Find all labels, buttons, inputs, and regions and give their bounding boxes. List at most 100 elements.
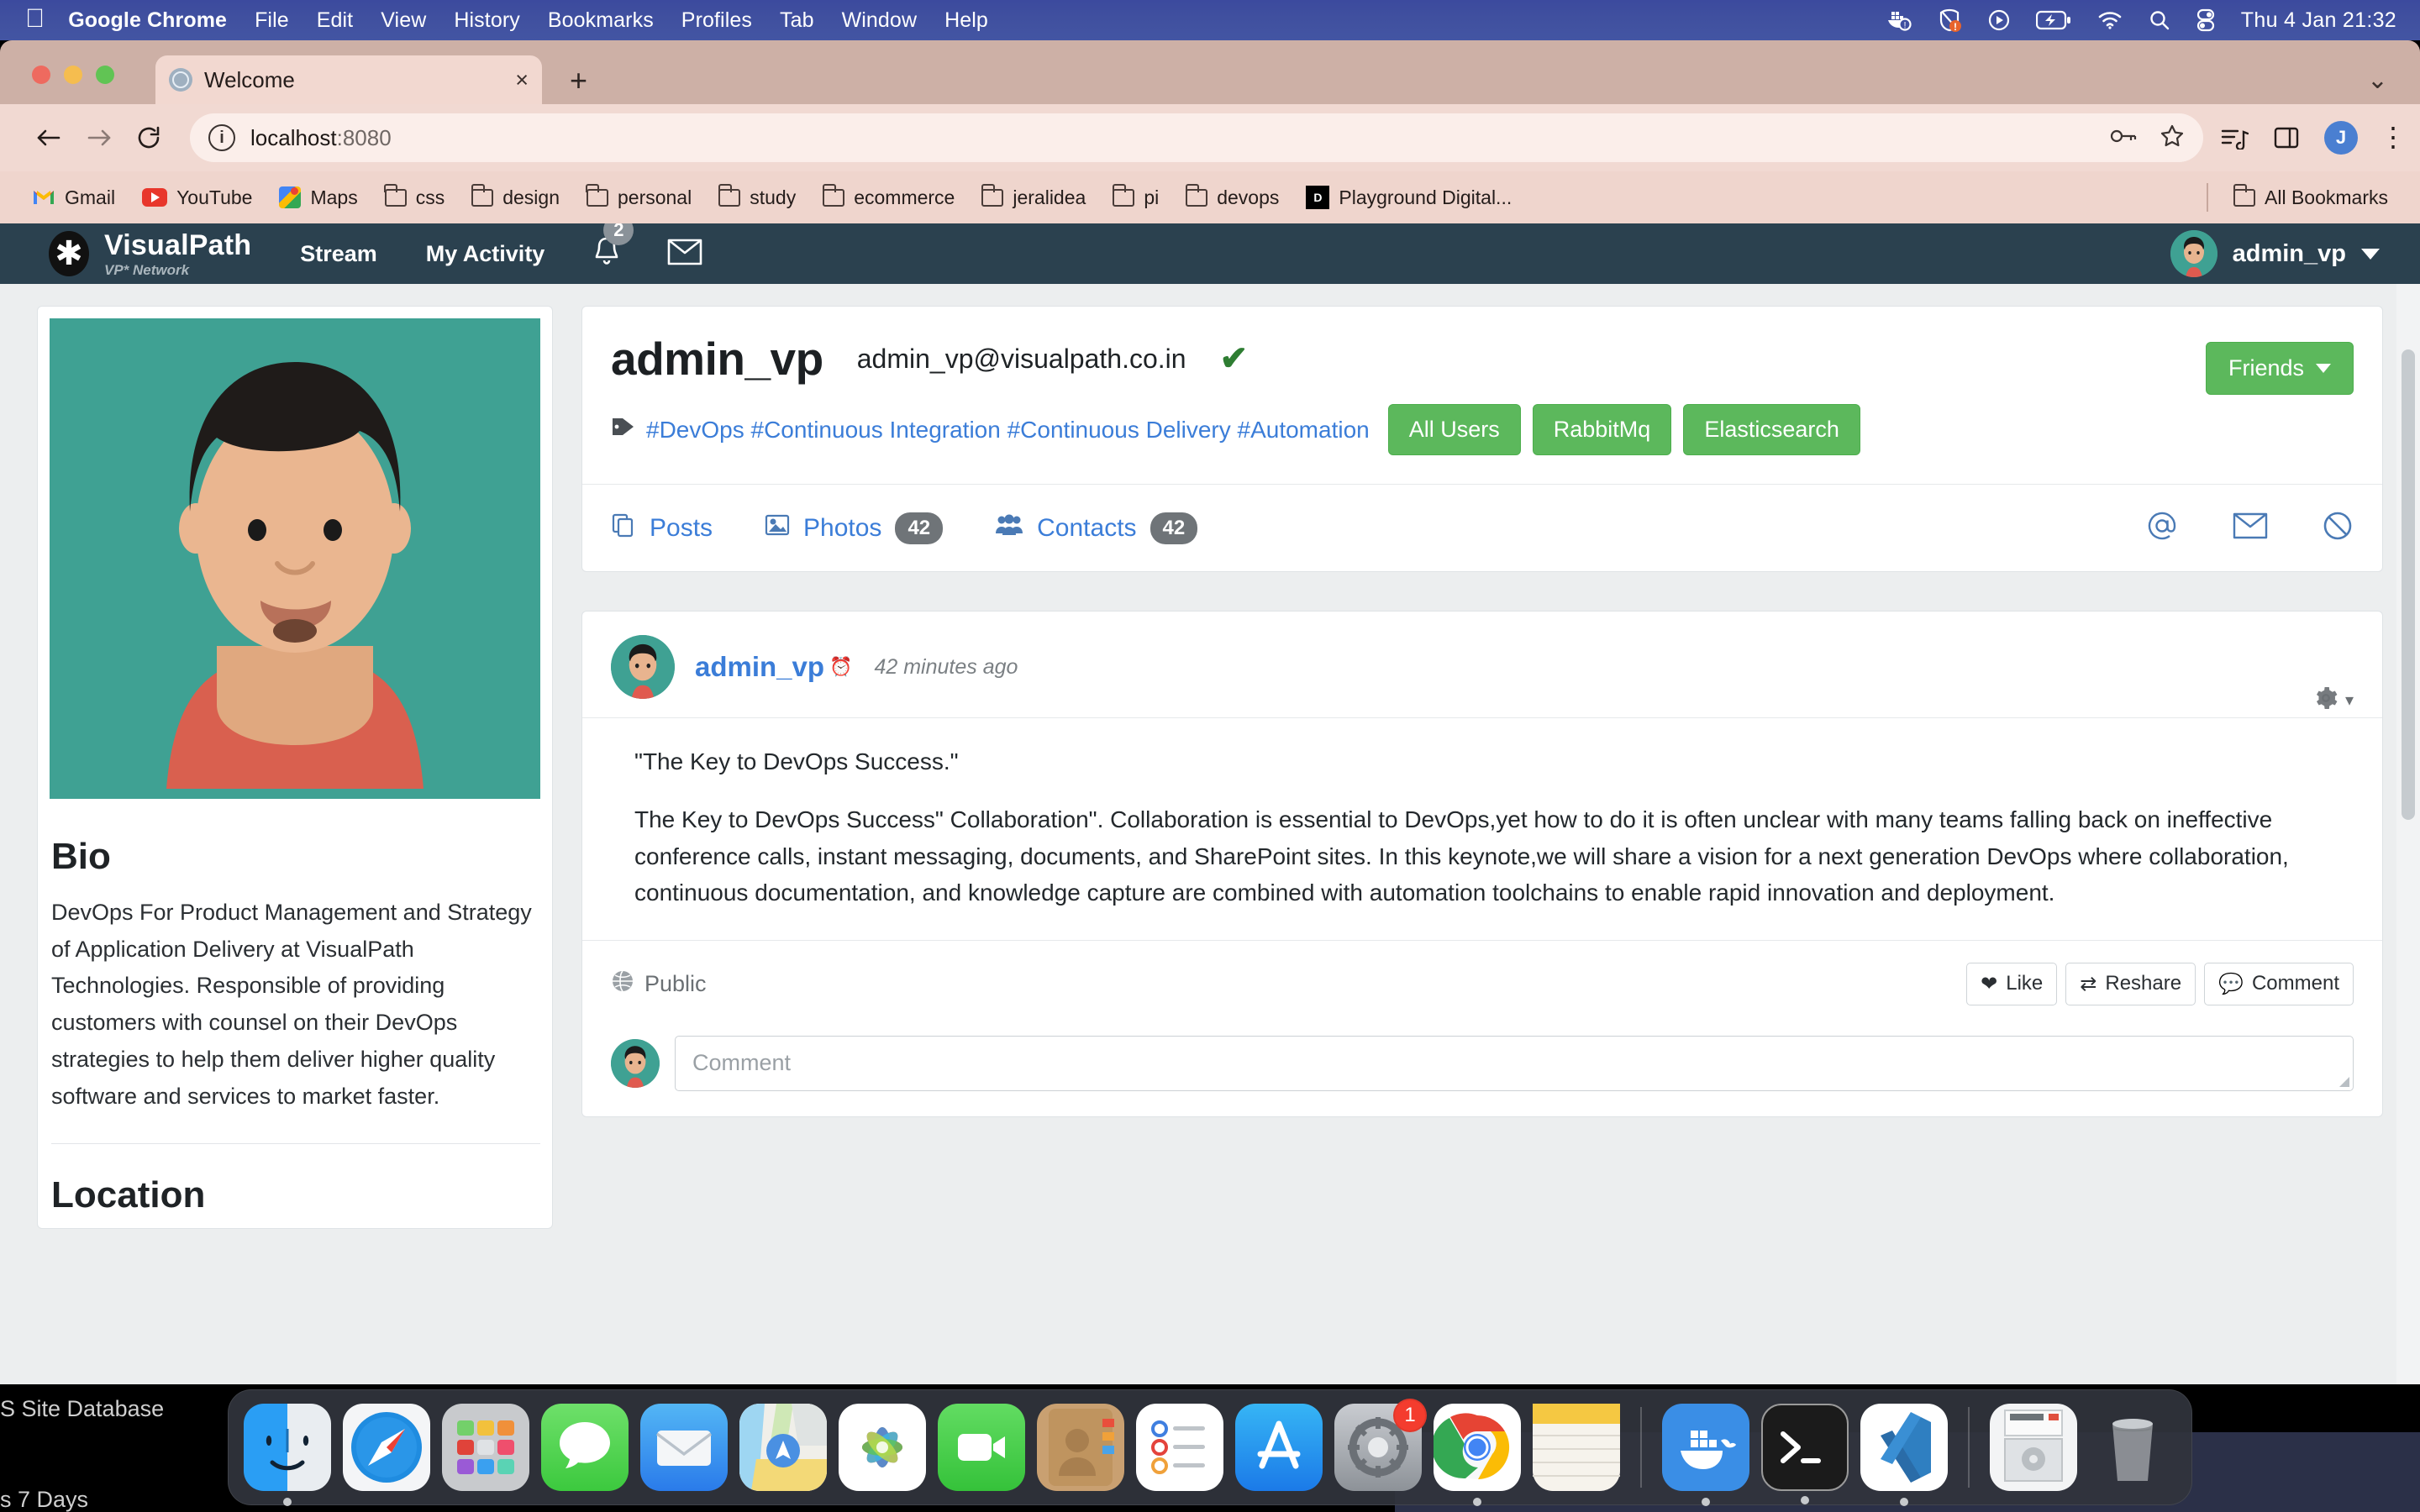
- site-info-icon[interactable]: i: [208, 124, 235, 151]
- menu-item-help[interactable]: Help: [944, 8, 988, 33]
- bookmark-folder-css[interactable]: css: [371, 183, 459, 209]
- docker-icon[interactable]: [1662, 1404, 1749, 1506]
- search-icon[interactable]: [2149, 9, 2170, 31]
- notes-icon[interactable]: [1533, 1404, 1620, 1491]
- bookmark-folder-devops[interactable]: devops: [1172, 183, 1292, 209]
- nav-link-stream[interactable]: Stream: [300, 241, 377, 267]
- tab-posts[interactable]: Posts: [611, 512, 713, 544]
- safari-icon[interactable]: [343, 1404, 430, 1491]
- svg-text:!: !: [1903, 21, 1906, 31]
- post-body: "The Key to DevOps Success." The Key to …: [582, 717, 2382, 940]
- messages-icon[interactable]: [541, 1404, 629, 1491]
- close-window-button[interactable]: [32, 66, 50, 84]
- pill-all-users[interactable]: All Users: [1387, 404, 1521, 455]
- photos-icon[interactable]: [839, 1404, 926, 1491]
- new-tab-button[interactable]: +: [570, 66, 587, 96]
- reminders-icon[interactable]: [1136, 1404, 1223, 1491]
- launchpad-icon[interactable]: [442, 1404, 529, 1491]
- like-button[interactable]: ❤ Like: [1966, 962, 2058, 1005]
- password-key-icon[interactable]: [2109, 126, 2138, 150]
- bookmark-folder-jeralidea[interactable]: jeralidea: [968, 183, 1099, 209]
- chrome-menu-icon[interactable]: ⋮: [2380, 123, 2407, 150]
- contacts-icon[interactable]: [1037, 1404, 1124, 1491]
- security-warning-icon[interactable]: !: [1937, 8, 1962, 33]
- battery-charging-icon[interactable]: [2035, 10, 2071, 30]
- bookmark-label: Gmail: [65, 186, 116, 208]
- address-bar[interactable]: i localhost:8080: [190, 113, 2203, 162]
- friends-button[interactable]: Friends: [2205, 342, 2354, 395]
- post-author[interactable]: admin_vp: [695, 651, 824, 683]
- terminal-icon[interactable]: [1761, 1404, 1849, 1504]
- menu-item-file[interactable]: File: [255, 8, 289, 33]
- mail-icon[interactable]: [640, 1404, 728, 1491]
- system-settings-icon[interactable]: 1: [1334, 1399, 1427, 1491]
- profile-identity-row: admin_vp admin_vp@visualpath.co.in ✔: [611, 332, 2354, 386]
- chrome-icon[interactable]: [1431, 1404, 1521, 1506]
- bookmark-gmail[interactable]: Gmail: [18, 186, 129, 209]
- bookmark-folder-pi[interactable]: pi: [1099, 183, 1172, 209]
- post-settings-button[interactable]: ▾: [2313, 685, 2354, 715]
- bookmark-folder-design[interactable]: design: [458, 183, 573, 209]
- reading-list-icon[interactable]: [2220, 126, 2249, 150]
- apple-icon[interactable]: : [25, 5, 45, 31]
- profile-avatar-button[interactable]: J: [2324, 121, 2358, 155]
- docker-icon[interactable]: !: [1886, 8, 1912, 32]
- forward-button[interactable]: [74, 125, 124, 150]
- bookmark-maps[interactable]: Maps: [266, 186, 371, 209]
- comment-input[interactable]: Comment: [675, 1035, 2354, 1091]
- site-brand[interactable]: ✱ VisualPath VP* Network: [49, 231, 251, 277]
- downloads-stack-icon[interactable]: [1990, 1404, 2077, 1491]
- bookmark-youtube[interactable]: YouTube: [129, 186, 266, 209]
- tab-search-chevron-icon[interactable]: ⌄: [2367, 66, 2388, 95]
- minimize-window-button[interactable]: [64, 66, 82, 84]
- close-tab-icon[interactable]: ×: [515, 67, 529, 93]
- reload-button[interactable]: [124, 124, 175, 151]
- nav-link-my-activity[interactable]: My Activity: [426, 241, 545, 267]
- play-circle-icon[interactable]: [1987, 8, 2011, 32]
- menu-item-history[interactable]: History: [454, 8, 519, 33]
- app-store-icon[interactable]: [1235, 1404, 1323, 1491]
- side-panel-icon[interactable]: [2274, 126, 2299, 150]
- facetime-icon[interactable]: [938, 1404, 1025, 1491]
- tab-contacts[interactable]: Contacts 42: [995, 512, 1198, 544]
- reshare-button[interactable]: ⇄ Reshare: [2065, 962, 2196, 1005]
- menu-bar-clock[interactable]: Thu 4 Jan 21:32: [2241, 8, 2396, 33]
- tab-count-badge: 42: [1150, 512, 1198, 544]
- clock-icon: ⏰: [829, 656, 853, 677]
- bookmark-folder-study[interactable]: study: [705, 183, 809, 209]
- star-icon[interactable]: [2160, 123, 2185, 153]
- block-icon[interactable]: [2322, 510, 2354, 546]
- page-scrollbar-track[interactable]: [2396, 284, 2420, 1384]
- back-button[interactable]: [24, 125, 74, 150]
- browser-tab[interactable]: Welcome ×: [155, 55, 542, 104]
- notifications-button[interactable]: 2: [590, 223, 634, 275]
- messages-button[interactable]: [667, 238, 702, 270]
- pill-rabbitmq[interactable]: RabbitMq: [1532, 404, 1672, 455]
- finder-icon[interactable]: [244, 1404, 331, 1506]
- menu-item-edit[interactable]: Edit: [317, 8, 353, 33]
- menu-item-window[interactable]: Window: [842, 8, 918, 33]
- menu-item-bookmarks[interactable]: Bookmarks: [548, 8, 654, 33]
- bookmark-folder-ecommerce[interactable]: ecommerce: [809, 183, 968, 209]
- bookmark-playground-digital[interactable]: D Playground Digital...: [1292, 186, 1525, 209]
- page-scrollbar-thumb[interactable]: [2402, 349, 2415, 820]
- menu-item-view[interactable]: View: [381, 8, 426, 33]
- at-icon[interactable]: [2145, 509, 2179, 547]
- wifi-icon[interactable]: [2096, 10, 2123, 30]
- pill-elasticsearch[interactable]: Elasticsearch: [1683, 404, 1860, 455]
- maximize-window-button[interactable]: [96, 66, 114, 84]
- menu-item-profiles[interactable]: Profiles: [681, 8, 752, 33]
- vscode-icon[interactable]: [1860, 1404, 1948, 1506]
- maps-icon[interactable]: [739, 1404, 827, 1491]
- bookmark-folder-personal[interactable]: personal: [573, 183, 705, 209]
- menu-item-google-chrome[interactable]: Google Chrome: [68, 8, 227, 33]
- tab-photos[interactable]: Photos 42: [765, 512, 944, 544]
- control-center-icon[interactable]: [2196, 8, 2216, 32]
- menu-item-tab[interactable]: Tab: [780, 8, 814, 33]
- trash-icon[interactable]: [2089, 1404, 2176, 1491]
- envelope-icon[interactable]: [2233, 512, 2268, 544]
- comment-button[interactable]: 💬 Comment: [2204, 962, 2354, 1005]
- nav-user-menu[interactable]: admin_vp: [2170, 230, 2380, 277]
- profile-tags[interactable]: #DevOps #Continuous Integration #Continu…: [646, 417, 1370, 444]
- all-bookmarks-button[interactable]: All Bookmarks: [2220, 183, 2402, 209]
